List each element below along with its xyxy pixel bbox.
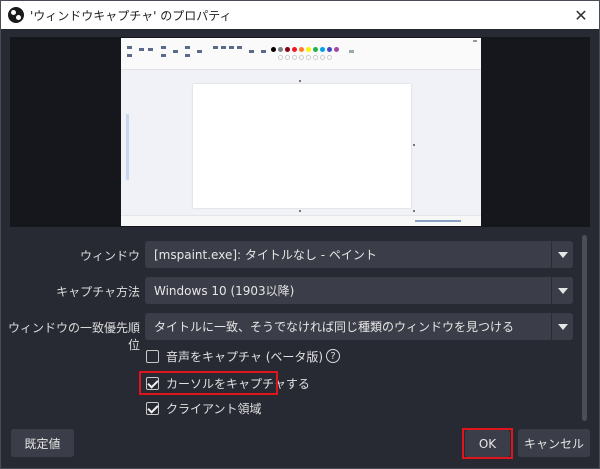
- audio-capture-checkbox[interactable]: [146, 349, 159, 363]
- form-scrollbar[interactable]: [581, 233, 588, 423]
- paint-side-slider: [126, 114, 129, 180]
- window-select-value: [mspaint.exe]: タイトルなし - ペイント: [154, 248, 377, 262]
- capture-method-select[interactable]: Windows 10 (1903以降): [145, 277, 573, 304]
- properties-dialog: 'ウィンドウキャプチャ' のプロパティ ✕ ウィンドウ [mspaint.exe…: [0, 0, 600, 469]
- audio-capture-row[interactable]: 音声をキャプチャ (ベータ版) ?: [146, 347, 341, 365]
- priority-label: ウィンドウの一致優先順位: [7, 321, 140, 352]
- window-label: ウィンドウ: [79, 249, 140, 263]
- scrollbar-thumb[interactable]: [582, 235, 587, 421]
- window-select[interactable]: [mspaint.exe]: タイトルなし - ペイント: [145, 241, 573, 268]
- close-icon: ✕: [574, 5, 588, 25]
- capture-method-value: Windows 10 (1903以降): [154, 284, 295, 298]
- cursor-highlight-box: [139, 371, 278, 395]
- capture-method-label: キャプチャ方法: [56, 285, 140, 299]
- chevron-down-icon[interactable]: [551, 241, 573, 268]
- client-area-checkbox[interactable]: [146, 401, 159, 415]
- capture-preview: [10, 37, 590, 227]
- defaults-button[interactable]: 既定値: [11, 429, 74, 457]
- chevron-down-icon[interactable]: [551, 313, 573, 340]
- audio-capture-label: 音声をキャプチャ (ベータ版): [166, 349, 324, 364]
- paint-toolbar: [121, 38, 481, 70]
- chevron-down-icon[interactable]: [551, 277, 573, 304]
- priority-select[interactable]: タイトルに一致、そうでなければ同じ種類のウィンドウを見つける: [145, 313, 573, 340]
- paint-canvas-area: [121, 70, 481, 215]
- help-icon[interactable]: ?: [326, 349, 341, 363]
- paint-window-preview: [121, 38, 481, 226]
- ok-highlight-box: [462, 428, 513, 459]
- obs-icon: [8, 7, 24, 23]
- paint-canvas: [193, 84, 411, 208]
- title-bar: 'ウィンドウキャプチャ' のプロパティ ✕: [1, 1, 599, 29]
- paint-statusbar: [121, 215, 481, 226]
- cancel-button[interactable]: キャンセル: [518, 429, 590, 457]
- client-area-row[interactable]: クライアント領域: [146, 399, 262, 417]
- priority-value: タイトルに一致、そうでなければ同じ種類のウィンドウを見つける: [154, 320, 515, 334]
- close-button[interactable]: ✕: [569, 3, 593, 27]
- window-title: 'ウィンドウキャプチャ' のプロパティ: [30, 8, 232, 23]
- client-area-label: クライアント領域: [166, 401, 262, 416]
